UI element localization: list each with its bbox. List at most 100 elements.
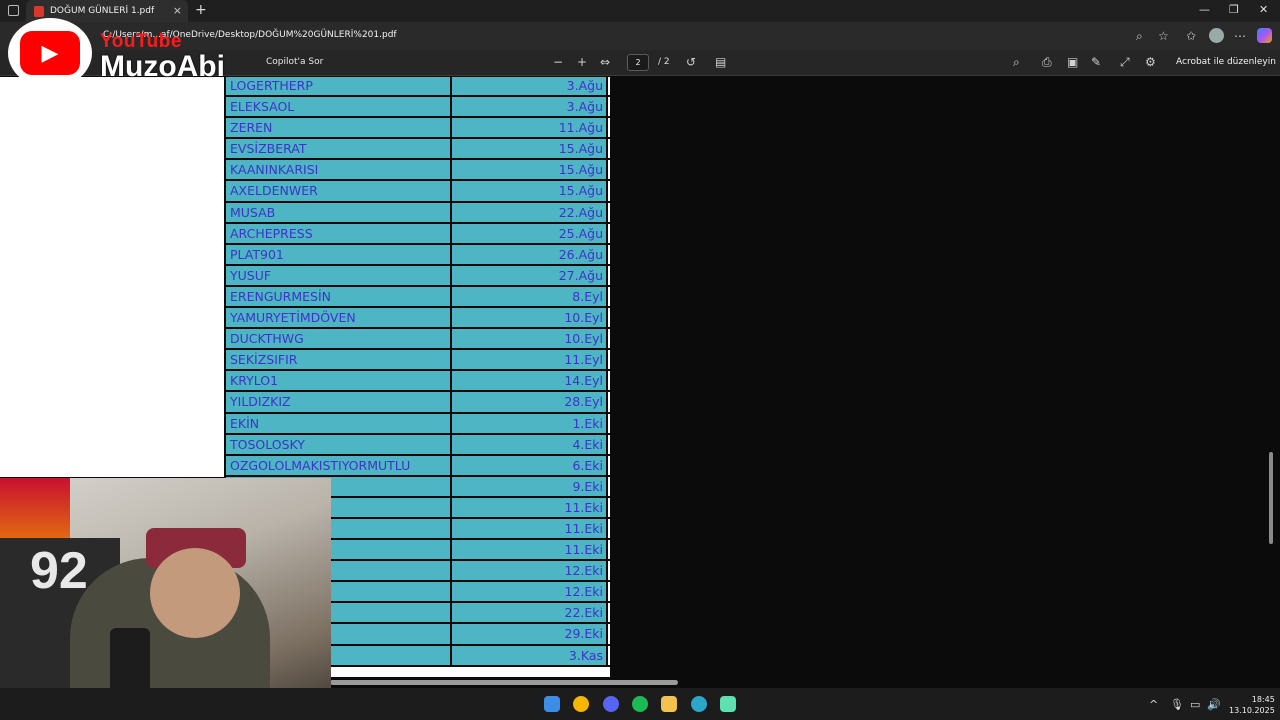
page-total: / 2 [658,57,670,67]
table-row: LOGERTHERP 3.Ağu [224,77,610,98]
close-window-button[interactable]: ✕ [1259,3,1268,16]
save-as-icon[interactable]: ✎ [1091,55,1101,69]
name-cell: ARCHEPRESS [224,223,452,243]
webcam-overlay: 92 [0,478,331,720]
name-cell: YILDIZKIZ [224,392,452,412]
horizontal-scrollbar[interactable] [330,678,1265,686]
date-cell: 11.Eki [452,497,608,517]
name-cell: KRYLO1 [224,371,452,391]
vertical-scrollbar[interactable] [1267,77,1275,688]
date-cell: 12.Eki [452,582,608,602]
zoom-icon[interactable]: ⌕ [1136,29,1143,44]
favorite-star-icon[interactable]: ☆ [1158,29,1169,43]
date-cell: 15.Ağu [452,139,608,159]
table-row: EKİN 1.Eki [224,413,610,435]
name-cell: LOGERTHERP [224,77,452,96]
tab-title: DOĞUM GÜNLERİ 1.pdf [50,6,155,16]
ask-copilot-button[interactable]: Copilot'a Sor [266,57,323,67]
name-cell: EKİN [224,413,452,433]
tab-actions-icon[interactable] [8,5,19,16]
name-cell: YUSUF [224,265,452,285]
date-cell: 15.Ağu [452,160,608,180]
date-cell: 26.Ağu [452,244,608,264]
rotate-icon[interactable]: ↺ [686,55,696,69]
date-cell: 6.Eki [452,455,608,475]
address-bar: C:/Users/m...af/OneDrive/Desktop/DOĞUM%2… [0,22,1280,50]
chrome-icon[interactable] [573,696,589,712]
edit-in-acrobat-button[interactable]: Acrobat ile düzenleyin [1176,57,1276,67]
new-tab-button[interactable]: + [195,2,207,18]
name-cell: YAMURYETİMDÖVEN [224,308,452,328]
table-row: ELEKSAOL 3.Ağu [224,97,610,119]
edge-icon[interactable] [691,696,707,712]
jersey-number: 92 [30,542,88,600]
table-row: YILDIZKIZ 28.Eyl [224,392,610,414]
table-row: YAMURYETİMDÖVEN 10.Eyl [224,308,610,330]
settings-gear-icon[interactable]: ⚙ [1145,55,1156,69]
tab-close-icon[interactable]: × [173,4,182,17]
name-cell: KAANINKARISI [224,160,452,180]
more-menu-icon[interactable]: ⋯ [1234,29,1246,43]
date-cell: 28.Eyl [452,392,608,412]
table-row: KAANINKARISI 15.Ağu [224,160,610,182]
date-cell: 22.Ağu [452,202,608,222]
clock-time: 18:45 [1251,695,1275,704]
horizontal-scroll-thumb[interactable] [330,680,678,685]
date-cell: 14.Eyl [452,371,608,391]
search-icon[interactable]: ⌕ [1013,55,1020,70]
fullscreen-icon[interactable]: ⤢ [1120,55,1130,70]
print-icon[interactable]: ⎙ [1042,55,1052,70]
page-view-icon[interactable]: ▤ [715,55,726,69]
date-cell: 10.Eyl [452,329,608,349]
date-cell: 1.Eki [452,413,608,433]
table-row: ERENGURMESİN 8.Eyl [224,286,610,309]
date-cell: 9.Eki [452,476,608,496]
name-cell: AXELDENWER [224,181,452,201]
date-cell: 3.Ağu [452,97,608,117]
tray-overflow-icon[interactable]: ^ [1149,698,1158,711]
date-cell: 8.Eyl [452,286,608,307]
name-cell: OZGOLOLMAKISTIYORMUTLU [224,455,452,475]
microphone-icon[interactable]: 🎙 [1170,698,1184,711]
zoom-out-icon[interactable]: − [553,55,563,69]
date-cell: 11.Eki [452,540,608,560]
clock[interactable]: 18:45 13.10.2025 [1229,694,1275,716]
zoom-in-icon[interactable]: + [577,55,587,69]
table-row: YUSUF 27.Ağu [224,265,610,287]
favorites-icon[interactable]: ✩ [1186,29,1196,43]
name-cell: EVSİZBERAT [224,139,452,159]
name-cell: ERENGURMESİN [224,286,452,307]
volume-icon[interactable]: 🔊 [1207,698,1221,711]
channel-name: MuzoAbi [100,50,225,83]
start-windows-icon[interactable] [544,696,560,712]
app-icon[interactable] [720,696,736,712]
file-explorer-icon[interactable] [661,696,677,712]
spotify-icon[interactable] [632,696,648,712]
name-cell: ELEKSAOL [224,97,452,117]
save-icon[interactable]: ▣ [1067,55,1078,69]
name-cell: SEKİZSIFIR [224,350,452,370]
date-cell: 15.Ağu [452,181,608,201]
profile-avatar[interactable] [1209,28,1224,43]
fit-page-icon[interactable]: ⇔ [600,55,610,69]
name-cell: MUSAB [224,202,452,222]
date-cell: 22.Eki [452,603,608,623]
copilot-icon[interactable] [1257,28,1272,43]
network-icon[interactable]: ▭ [1190,698,1200,711]
streamer-head [150,548,240,638]
vertical-scroll-thumb[interactable] [1269,452,1273,544]
date-cell: 3.Kas [452,645,608,665]
date-cell: 11.Eyl [452,350,608,370]
restore-button[interactable]: ❐ [1229,3,1239,16]
table-row: SEKİZSIFIR 11.Eyl [224,350,610,372]
page-number-input[interactable]: 2 [627,54,649,71]
table-row: EVSİZBERAT 15.Ağu [224,139,610,161]
date-cell: 4.Eki [452,434,608,454]
date-cell: 25.Ağu [452,223,608,243]
minimize-button[interactable]: — [1199,3,1210,16]
table-row: ARCHEPRESS 25.Ağu [224,223,610,245]
date-cell: 29.Eki [452,624,608,644]
discord-icon[interactable] [603,696,619,712]
date-cell: 12.Eki [452,561,608,581]
play-icon: ▶ [20,31,80,75]
